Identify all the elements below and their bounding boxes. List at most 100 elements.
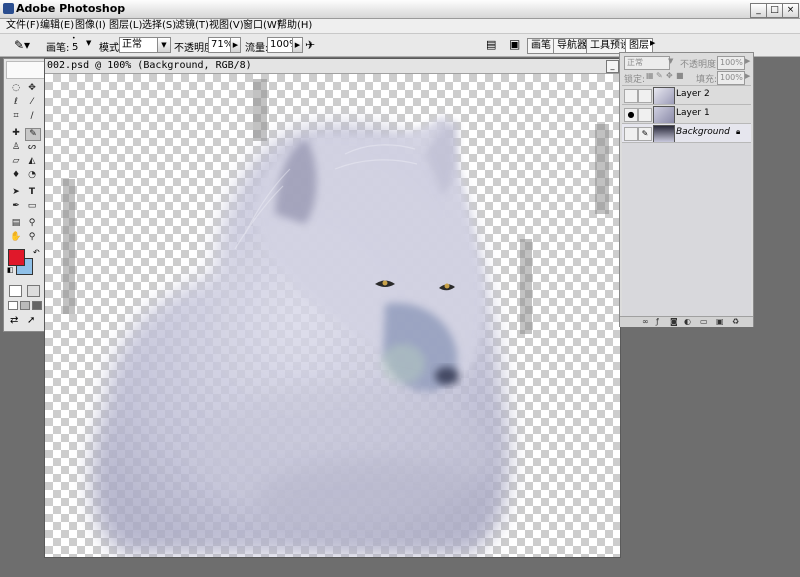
path-select-icon[interactable]: ➤: [9, 187, 23, 198]
standard-mode-icon[interactable]: [9, 285, 22, 297]
pen-icon[interactable]: ✒: [9, 201, 23, 212]
menu-filter[interactable]: 滤镜(T): [175, 19, 209, 33]
layer-row-layer-2[interactable]: Layer 2: [622, 85, 751, 105]
brush-size[interactable]: 5: [72, 42, 78, 53]
eye-icon[interactable]: ●: [624, 108, 638, 122]
lock-all-icon[interactable]: ■: [676, 71, 684, 80]
layer-name: Layer 2: [676, 89, 710, 99]
screen-mode-standard-icon[interactable]: [8, 301, 18, 310]
layer-mask-icon[interactable]: ◙: [670, 317, 678, 327]
layer-opacity-arrow-icon[interactable]: ▶: [745, 57, 750, 65]
jump-to-imageready-icon[interactable]: ⇄: [10, 315, 18, 326]
fill-label: 填充:: [696, 75, 718, 85]
marquee-icon[interactable]: ◌: [9, 83, 23, 94]
lasso-icon[interactable]: ℓ: [9, 97, 23, 108]
brush-tool-preset-icon[interactable]: ✎▾: [14, 38, 30, 52]
layer-thumbnail: [653, 125, 675, 143]
type-icon[interactable]: T: [25, 187, 39, 198]
tool-preset-feather-icon[interactable]: [6, 61, 45, 79]
stamp-icon[interactable]: ♙: [9, 142, 23, 153]
default-colors-icon[interactable]: ◧: [7, 266, 14, 274]
healing-icon[interactable]: ✚: [9, 128, 23, 139]
menu-window[interactable]: 窗口(W): [243, 19, 281, 33]
new-set-icon[interactable]: ▭: [700, 317, 708, 327]
layer-name: Background: [676, 127, 730, 137]
well-tab-layers[interactable]: 图层: [625, 38, 653, 53]
hand-icon[interactable]: ✋: [9, 232, 23, 243]
layer-row-layer-1[interactable]: ● Layer 1: [622, 104, 751, 124]
quick-mask-icon[interactable]: [27, 285, 40, 297]
opacity-slider-icon[interactable]: ▶: [230, 37, 241, 53]
move-icon[interactable]: ✥: [25, 83, 39, 94]
palette-well-icon[interactable]: ▣: [509, 37, 520, 51]
layer-style-icon[interactable]: ƒ: [656, 317, 659, 327]
fill-arrow-icon[interactable]: ▶: [745, 72, 750, 80]
airbrush-icon[interactable]: ✈: [305, 38, 315, 52]
image-canvas[interactable]: [45, 74, 620, 557]
minimize-button[interactable]: _: [750, 3, 767, 18]
flow-slider-icon[interactable]: ▶: [292, 37, 303, 53]
blend-mode-arrow-icon[interactable]: ▼: [668, 57, 673, 65]
brush-icon[interactable]: ✎: [25, 128, 41, 141]
lock-transparency-icon[interactable]: ▦: [646, 71, 654, 80]
swap-colors-icon[interactable]: ↶: [33, 248, 40, 257]
notes-icon[interactable]: ▤: [9, 218, 23, 229]
brush-indicator-icon[interactable]: ✎: [638, 127, 652, 141]
foreground-color-swatch[interactable]: [8, 249, 25, 266]
maximize-button[interactable]: □: [766, 3, 783, 18]
lock-position-icon[interactable]: ✥: [666, 71, 673, 80]
screen-mode-full-icon[interactable]: [32, 301, 42, 310]
new-fill-layer-icon[interactable]: ◐: [684, 317, 691, 327]
slice-icon[interactable]: ∕: [25, 111, 39, 122]
well-tab-brushes[interactable]: 画笔: [527, 38, 555, 54]
menu-file[interactable]: 文件(F): [6, 19, 40, 33]
history-brush-icon[interactable]: ᔕ: [25, 142, 39, 153]
layer-opacity-field[interactable]: 100%: [717, 56, 745, 70]
document-title-bar: 002.psd @ 100% (Background, RGB/8) _: [45, 59, 620, 74]
menu-bar: 文件(F) 编辑(E) 图像(I) 图层(L) 选择(S) 滤镜(T) 视图(V…: [0, 19, 800, 34]
zoom-icon[interactable]: ⚲: [25, 232, 39, 243]
magic-wand-icon[interactable]: ⁄: [25, 97, 39, 108]
eraser-icon[interactable]: ▱: [9, 156, 23, 167]
mode-select[interactable]: 正常: [119, 37, 159, 53]
flow-label: 流量:: [245, 43, 269, 54]
close-button[interactable]: ×: [782, 3, 799, 18]
screen-mode-full-menu-icon[interactable]: [20, 301, 30, 310]
blur-icon[interactable]: ♦: [9, 170, 23, 181]
jump-arrow-icon[interactable]: ➚: [27, 315, 35, 326]
visibility-toggle-empty[interactable]: [624, 127, 638, 141]
mode-dropdown-icon[interactable]: ▼: [157, 37, 171, 53]
eyedropper-icon[interactable]: ⚲: [25, 218, 39, 229]
layer-row-background[interactable]: ✎ Background 🔒︎: [622, 123, 751, 143]
link-toggle[interactable]: [638, 108, 652, 122]
brush-picker-arrow-icon[interactable]: ▼: [86, 39, 91, 47]
menu-layer[interactable]: 图层(L): [109, 19, 142, 33]
file-browser-icon[interactable]: ▤: [486, 38, 496, 51]
menu-image[interactable]: 图像(I): [75, 19, 106, 33]
brush-dot-icon: •: [72, 35, 76, 42]
layer-thumbnail: [653, 106, 675, 124]
title-bar: Adobe Photoshop _ □ ×: [0, 0, 800, 19]
new-layer-icon[interactable]: ▣: [716, 317, 724, 327]
lock-pixels-icon[interactable]: ✎: [656, 71, 663, 80]
bucket-icon[interactable]: ◭: [25, 156, 39, 167]
document-minimize-button[interactable]: _: [606, 60, 619, 73]
shape-icon[interactable]: ▭: [25, 201, 39, 212]
menu-help[interactable]: 帮助(H): [277, 19, 312, 33]
well-tab-arrow-icon[interactable]: ▶: [650, 39, 655, 47]
layers-footer: ∞ ƒ ◙ ◐ ▭ ▣ ♻: [620, 316, 753, 327]
fill-field[interactable]: 100%: [717, 71, 745, 85]
menu-edit[interactable]: 编辑(E): [40, 19, 74, 33]
blend-mode-select[interactable]: 正常: [624, 56, 670, 70]
dodge-icon[interactable]: ◔: [25, 170, 39, 181]
app-title: Adobe Photoshop: [16, 2, 126, 15]
document-title: 002.psd @ 100% (Background, RGB/8): [47, 60, 252, 71]
delete-layer-icon[interactable]: ♻: [732, 317, 739, 327]
visibility-toggle-empty[interactable]: [624, 89, 638, 103]
link-toggle[interactable]: [638, 89, 652, 103]
menu-view[interactable]: 视图(V): [209, 19, 244, 33]
layer-thumbnail: [653, 87, 675, 105]
menu-select[interactable]: 选择(S): [142, 19, 176, 33]
crop-icon[interactable]: ⌗: [9, 111, 23, 122]
link-layers-icon[interactable]: ∞: [642, 317, 649, 327]
